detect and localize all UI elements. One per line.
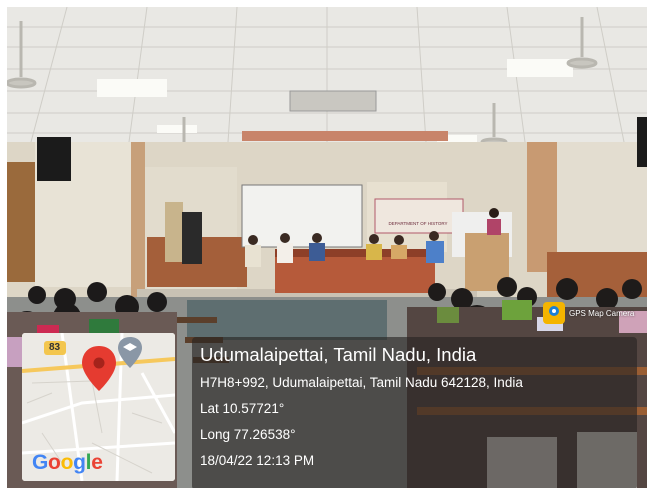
datetime-text: 18/04/22 12:13 PM <box>200 453 315 468</box>
google-logo-letter: o <box>48 451 61 474</box>
gps-map-camera-badge: GPS Map Camera <box>543 301 634 325</box>
gps-map-camera-icon <box>543 302 565 324</box>
google-logo: Google <box>32 451 103 475</box>
google-logo-letter: e <box>91 451 103 474</box>
google-logo-letter: o <box>60 451 74 474</box>
road-shield-number: 83 <box>49 342 61 353</box>
photo-frame: GPS Map Camera 83 Google Udumalaipettai,… <box>0 0 654 495</box>
address-text: H7H8+992, Udumalaipettai, Tamil Nadu 642… <box>200 375 523 390</box>
location-title: Udumalaipettai, Tamil Nadu, India <box>200 344 477 365</box>
stage-banner-text: DEPARTMENT OF HISTORY <box>388 221 448 226</box>
app-name-label: GPS Map Camera <box>569 308 635 318</box>
longitude-text: Long 77.26538° <box>200 427 296 442</box>
google-logo-letter: g <box>73 451 86 474</box>
latitude-text: Lat 10.57721° <box>200 401 285 416</box>
google-logo-letter: G <box>32 451 49 474</box>
location-map: 83 Google <box>22 333 175 481</box>
